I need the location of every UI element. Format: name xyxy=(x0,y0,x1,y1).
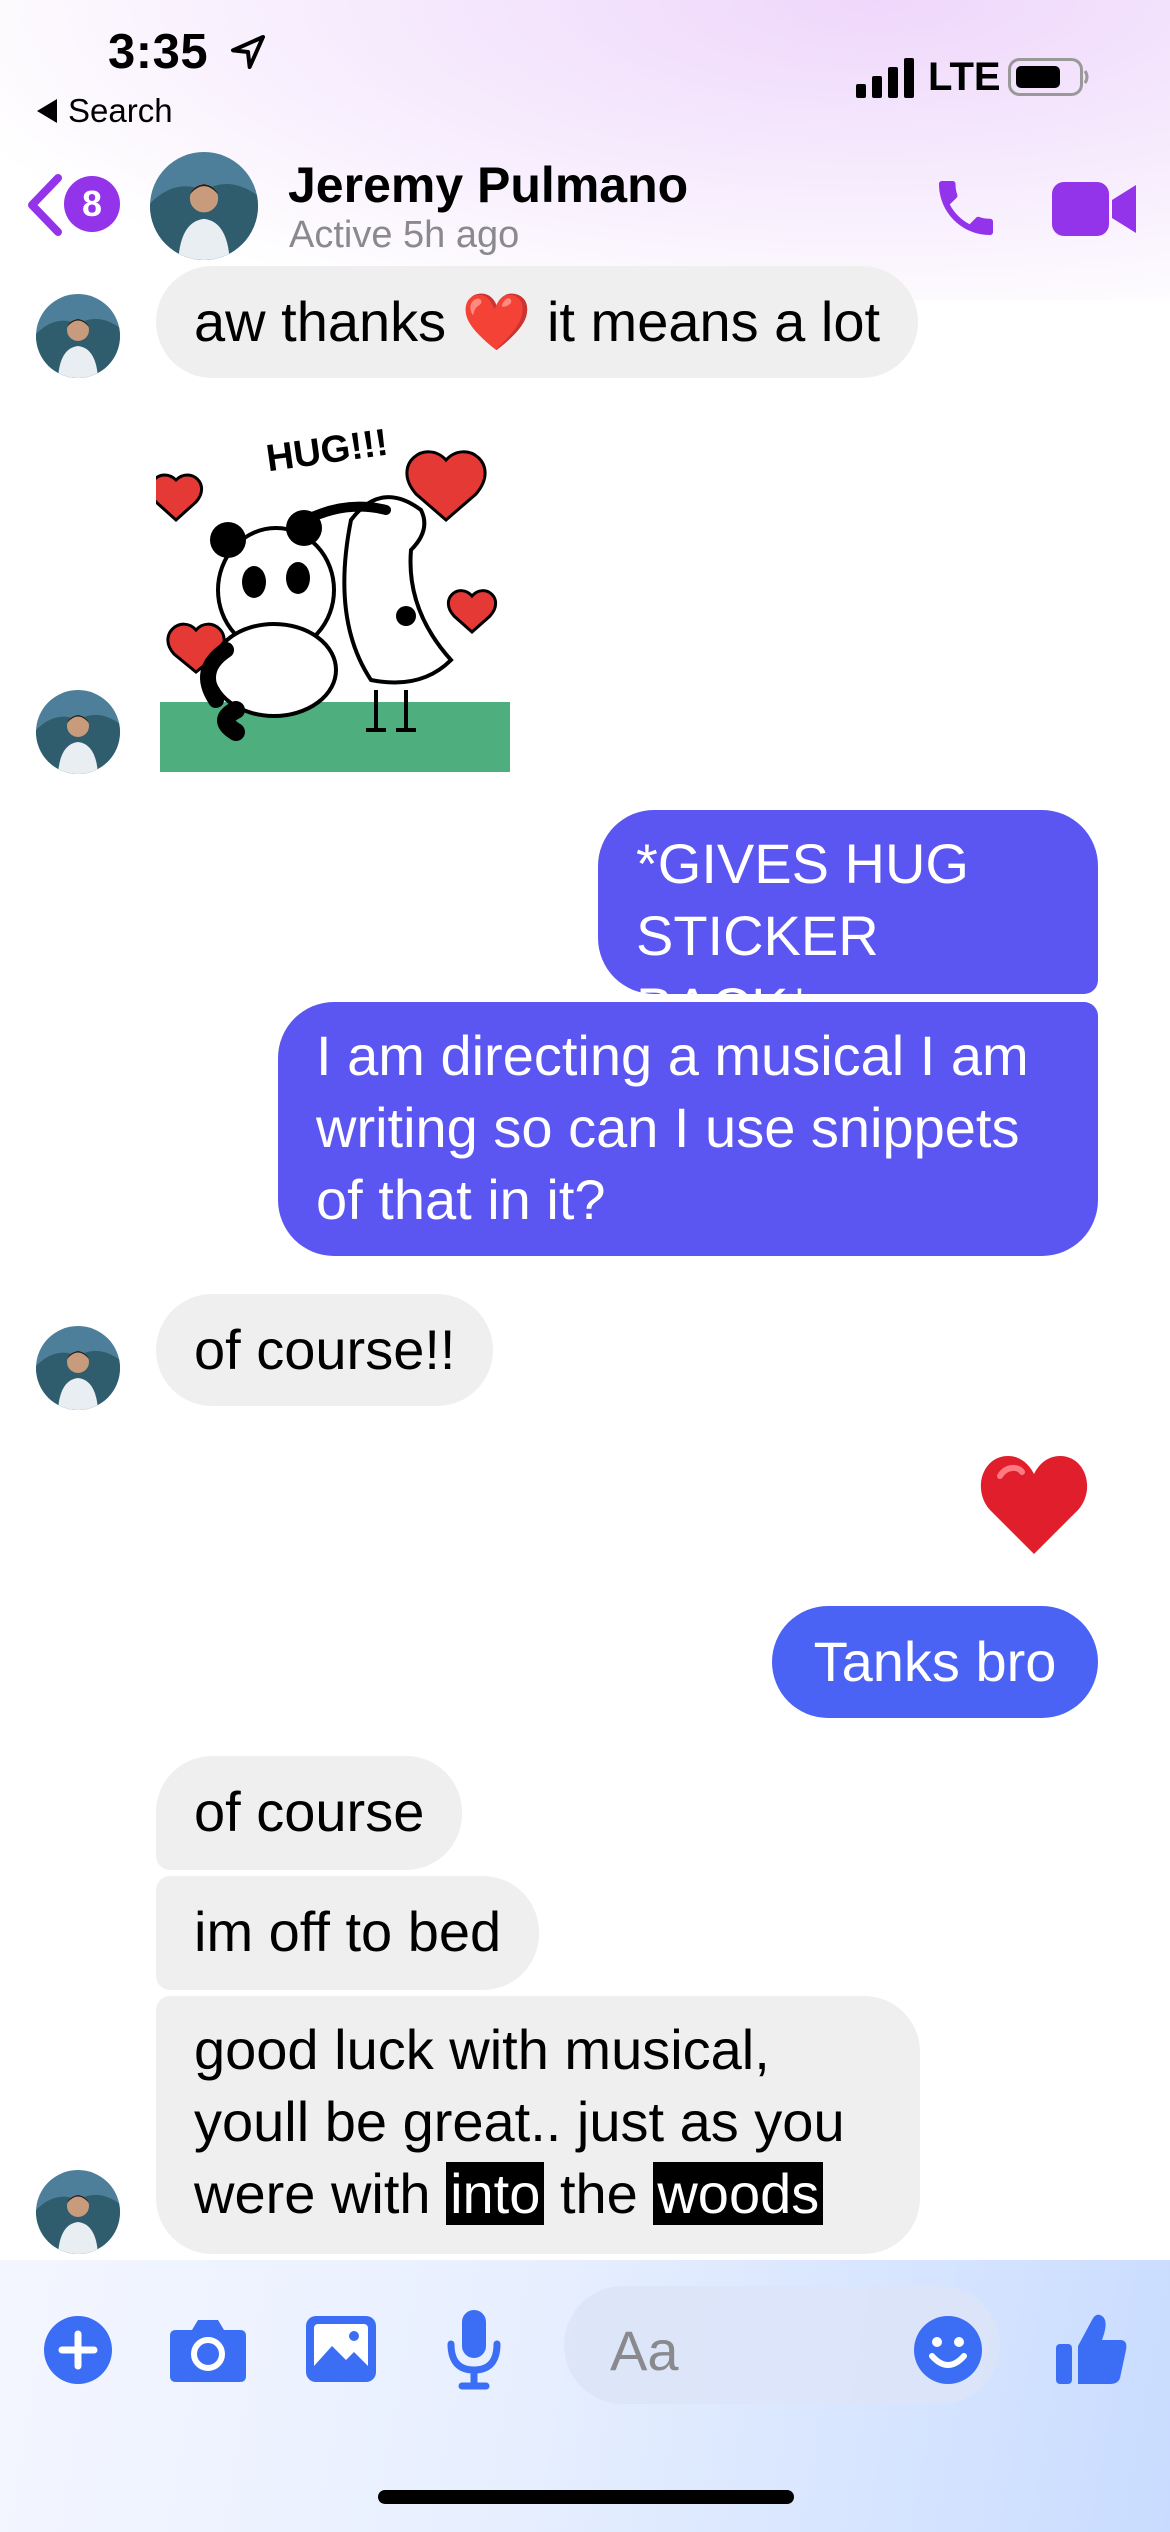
photo-icon[interactable] xyxy=(306,2316,376,2382)
avatar-image xyxy=(150,152,258,260)
contact-name[interactable]: Jeremy Pulmano xyxy=(288,156,688,214)
sender-avatar[interactable] xyxy=(36,2170,120,2254)
message-input-placeholder: Aa xyxy=(610,2319,679,2382)
status-time: 3:35 xyxy=(108,24,268,80)
plus-icon[interactable] xyxy=(44,2316,112,2384)
home-indicator[interactable] xyxy=(378,2490,794,2504)
highlighted-text: into xyxy=(446,2162,545,2225)
hug-sticker[interactable]: HUG!!! xyxy=(148,420,516,774)
message-bubble[interactable]: of course!! xyxy=(156,1294,494,1406)
contact-avatar[interactable] xyxy=(150,152,258,260)
camera-icon[interactable] xyxy=(170,2316,246,2382)
smiley-icon[interactable] xyxy=(914,2316,982,2384)
avatar-image xyxy=(36,2170,120,2254)
avatar-image xyxy=(36,294,120,378)
unread-count-badge: 8 xyxy=(64,176,120,232)
heart-emoji-icon xyxy=(980,1456,1088,1554)
battery-icon xyxy=(1008,58,1089,96)
avatar-image xyxy=(36,1326,120,1410)
message-bubble-outgoing[interactable]: *GIVES HUG STICKER BACK* xyxy=(598,810,1098,1039)
message-bubble-outgoing[interactable]: Tanks bro xyxy=(772,1606,1098,1718)
message-text: the xyxy=(544,2162,654,2225)
sender-avatar[interactable] xyxy=(36,1326,120,1410)
message-bubble[interactable]: good luck with musical, youll be great..… xyxy=(156,1996,920,2254)
message-bubble[interactable]: of course xyxy=(156,1756,463,1870)
sender-avatar[interactable] xyxy=(36,294,120,378)
back-search-label: Search xyxy=(68,92,173,129)
status-time-text: 3:35 xyxy=(108,25,209,79)
microphone-icon[interactable] xyxy=(446,2310,502,2390)
avatar-image xyxy=(36,690,120,774)
phone-icon[interactable] xyxy=(930,172,1002,244)
back-triangle-icon xyxy=(37,99,57,123)
network-type: LTE xyxy=(928,55,1001,99)
badge-count-text: 8 xyxy=(81,183,103,224)
active-status: Active 5h ago xyxy=(289,214,520,256)
location-arrow-icon xyxy=(231,35,266,69)
back-button[interactable]: 8 xyxy=(24,172,124,238)
heart-emoji-message[interactable] xyxy=(978,1450,1090,1560)
highlighted-text: woods xyxy=(653,2162,824,2225)
panda-bird-sticker-image xyxy=(148,450,510,772)
back-to-search[interactable]: Search xyxy=(36,92,173,130)
message-bubble[interactable]: aw thanks ❤️ it means a lot xyxy=(156,266,919,378)
sender-avatar[interactable] xyxy=(36,690,120,774)
thumbs-up-icon[interactable] xyxy=(1056,2310,1128,2386)
signal-icon xyxy=(856,58,914,98)
message-bubble[interactable]: im off to bed xyxy=(156,1876,540,1990)
video-camera-icon[interactable] xyxy=(1052,178,1136,240)
chevron-left-icon xyxy=(28,174,62,236)
message-bubble-outgoing[interactable]: I am directing a musical I am writing so… xyxy=(278,1002,1098,1256)
